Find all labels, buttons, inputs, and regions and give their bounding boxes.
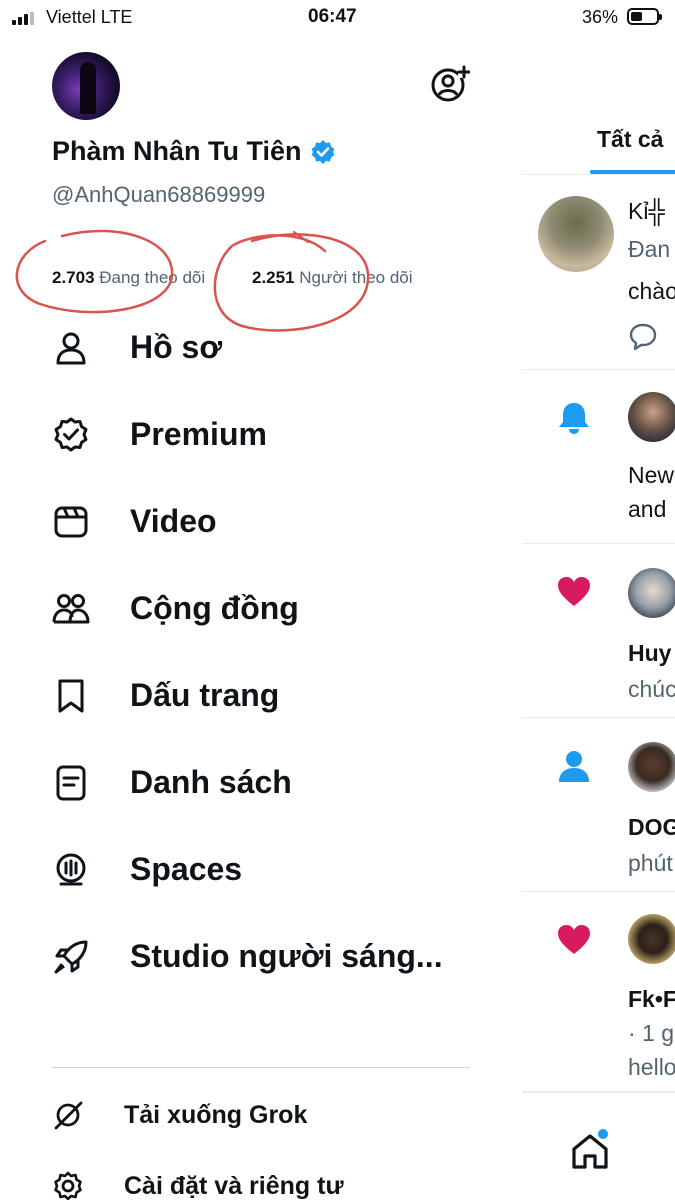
notification-title: Fk•F xyxy=(628,986,675,1012)
menu-item-settings[interactable]: Cài đặt và riêng tư xyxy=(0,1161,522,1200)
tab-all[interactable]: Tất cả xyxy=(597,126,663,153)
menu-label: Studio người sáng... xyxy=(130,938,443,974)
avatar xyxy=(628,568,675,618)
following-link[interactable]: 2.703 Đang theo dõi xyxy=(52,268,205,288)
avatar xyxy=(538,196,614,272)
notification-item[interactable]: DOG phút xyxy=(522,718,675,892)
add-account-icon[interactable] xyxy=(430,64,470,104)
notification-title: New xyxy=(628,462,675,488)
signal-icon xyxy=(12,12,34,25)
notification-title: DOG xyxy=(628,814,675,840)
premium-icon xyxy=(54,417,88,451)
followers-label: Người theo dõi xyxy=(299,268,413,287)
notification-item[interactable]: Kỉ╬ Đan chào xyxy=(522,176,675,370)
divider xyxy=(52,1067,470,1068)
verified-badge-icon xyxy=(311,139,335,164)
notification-title: Kỉ╬ xyxy=(628,198,665,224)
notification-item[interactable]: Fk•F · 1 gi hello xyxy=(522,892,675,1092)
menu-label: Cộng đồng xyxy=(130,590,299,626)
menu-label: Video xyxy=(130,503,217,539)
notification-body: chào xyxy=(628,278,675,304)
menu-item-creator-studio[interactable]: Studio người sáng... xyxy=(0,913,522,1000)
menu-label: Premium xyxy=(130,416,267,452)
menu-item-lists[interactable]: Danh sách xyxy=(0,739,522,826)
notifications-screen: Tất cả Kỉ╬ Đan chào New and Huy chúc DOG… xyxy=(522,36,675,1200)
notification-item[interactable]: Huy chúc xyxy=(522,544,675,718)
profile-icon xyxy=(56,332,86,364)
status-bar: Viettel LTE 06:47 36% xyxy=(0,0,675,36)
menu-item-video[interactable]: Video xyxy=(0,478,522,565)
bottom-tab-bar xyxy=(522,1092,675,1200)
notification-dot xyxy=(598,1129,608,1139)
person-icon xyxy=(559,751,589,782)
bell-icon xyxy=(559,403,589,434)
communities-icon xyxy=(52,593,90,623)
rocket-icon xyxy=(54,940,88,973)
side-drawer: Phàm Nhân Tu Tiên @AnhQuan68869999 2.703… xyxy=(0,36,522,1200)
notification-body: and xyxy=(628,496,667,522)
reply-icon[interactable] xyxy=(628,321,658,351)
profile-handle: @AnhQuan68869999 xyxy=(52,182,266,207)
followers-count: 2.251 xyxy=(252,268,295,287)
menu-label: Cài đặt và riêng tư xyxy=(124,1171,344,1200)
menu-label: Hồ sơ xyxy=(130,329,223,365)
settings-icon xyxy=(54,1171,82,1200)
notification-body: hello xyxy=(628,1054,675,1080)
drawer-menu: Hồ sơ Premium Video Cộng đồng Dấu trang … xyxy=(0,304,522,1000)
clock: 06:47 xyxy=(308,6,357,27)
profile-name[interactable]: Phàm Nhân Tu Tiên xyxy=(52,136,336,167)
followers-link[interactable]: 2.251 Người theo dõi xyxy=(252,268,413,288)
menu-label: Spaces xyxy=(130,851,243,887)
menu-item-spaces[interactable]: Spaces xyxy=(0,826,522,913)
following-label: Đang theo dõi xyxy=(99,268,206,287)
heart-icon xyxy=(558,925,590,954)
following-count: 2.703 xyxy=(52,268,95,287)
battery-percent: 36% xyxy=(582,7,619,27)
menu-item-download-grok[interactable]: Tải xuống Grok xyxy=(0,1090,522,1140)
menu-label: Dấu trang xyxy=(130,677,280,713)
spaces-icon xyxy=(56,853,86,885)
avatar xyxy=(628,392,675,442)
avatar xyxy=(628,914,675,964)
notification-subtitle: Đan xyxy=(628,236,671,262)
profile-name-text: Phàm Nhân Tu Tiên xyxy=(52,136,302,166)
divider xyxy=(522,174,675,175)
notification-title: Huy xyxy=(628,640,672,666)
menu-label: Danh sách xyxy=(130,764,292,800)
menu-item-bookmarks[interactable]: Dấu trang xyxy=(0,652,522,739)
notification-body: chúc xyxy=(628,676,675,702)
bookmark-icon xyxy=(58,679,84,712)
heart-icon xyxy=(558,577,590,606)
notification-item[interactable]: New and xyxy=(522,370,675,544)
notification-body: phút xyxy=(628,850,673,876)
notification-meta: · 1 gi xyxy=(628,1020,675,1046)
video-icon xyxy=(54,506,88,537)
menu-item-premium[interactable]: Premium xyxy=(0,391,522,478)
menu-label: Tải xuống Grok xyxy=(124,1100,308,1129)
carrier-label: Viettel LTE xyxy=(46,7,133,27)
menu-item-profile[interactable]: Hồ sơ xyxy=(0,304,522,391)
menu-item-communities[interactable]: Cộng đồng xyxy=(0,565,522,652)
profile-avatar[interactable] xyxy=(52,52,120,120)
lists-icon xyxy=(56,765,86,800)
avatar xyxy=(628,742,675,792)
battery-icon xyxy=(627,8,662,25)
grok-icon xyxy=(54,1101,83,1130)
